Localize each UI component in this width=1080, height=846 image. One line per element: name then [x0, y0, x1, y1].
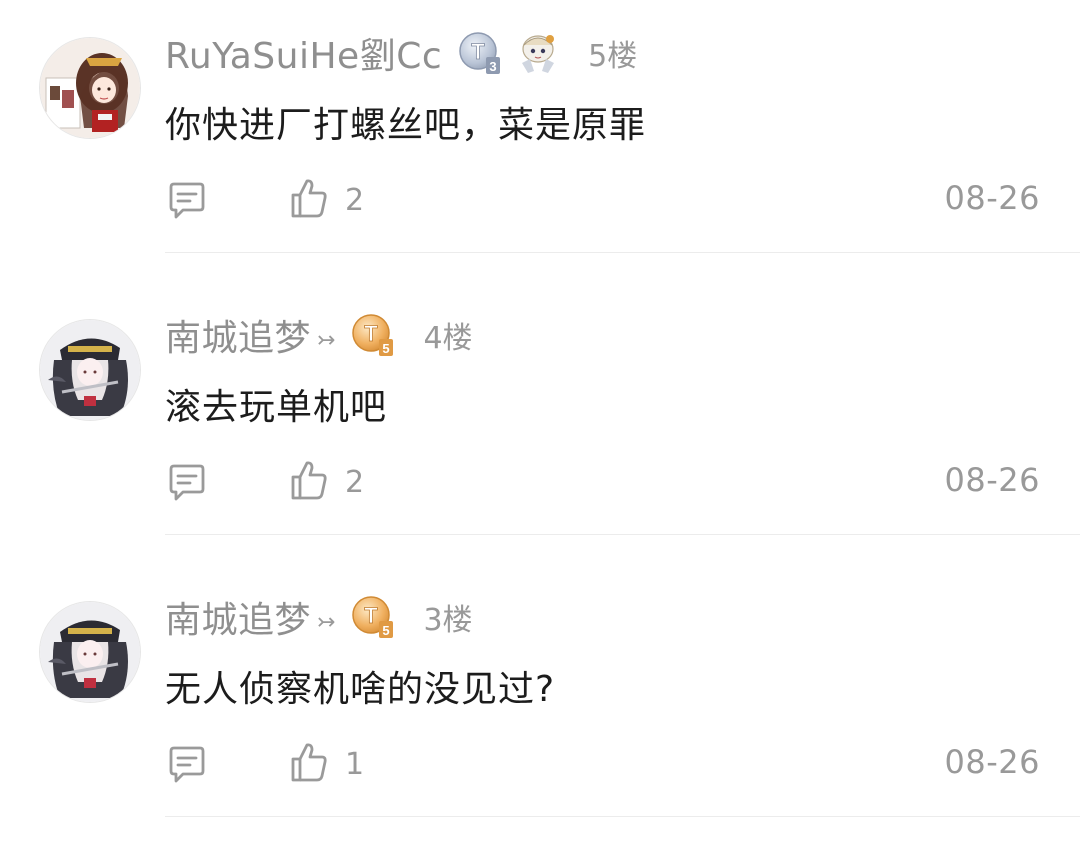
thumbs-up-icon: [289, 459, 329, 505]
comment-header: 南城追梦 ↣ T 5 3楼: [165, 592, 473, 642]
svg-text:T: T: [471, 39, 485, 64]
comment-actions: 1 08-26: [165, 741, 1040, 787]
comment-text: 无人侦察机啥的没见过?: [165, 669, 556, 710]
svg-text:5: 5: [383, 623, 390, 638]
svg-text:5: 5: [383, 341, 390, 356]
like-button[interactable]: 2: [289, 459, 364, 505]
reply-icon[interactable]: [165, 461, 209, 505]
comment-item: 南城追梦 ↣ T 5 4楼 滚去玩单机吧 2 08-26: [0, 282, 1080, 564]
comment-header: 南城追梦 ↣ T 5 4楼: [165, 310, 473, 360]
level-badge-icon: T 5: [349, 593, 397, 641]
username[interactable]: 南城追梦: [165, 309, 311, 361]
level-badge-icon: T 3: [456, 29, 504, 77]
divider: [165, 252, 1080, 253]
comment-item: 南城追梦 ↣ T 5 3楼 无人侦察机啥的没见过? 1 08-26: [0, 564, 1080, 846]
like-button[interactable]: 1: [289, 741, 364, 787]
comment-actions: 2 08-26: [165, 459, 1040, 505]
avatar[interactable]: [40, 602, 140, 702]
divider: [165, 816, 1080, 817]
divider: [165, 534, 1080, 535]
like-count: 2: [345, 182, 365, 218]
reply-icon[interactable]: [165, 179, 209, 223]
reply-icon[interactable]: [165, 743, 209, 787]
comment-header: RuYaSuiHe劉Cc T 3 5楼: [165, 28, 637, 78]
like-button[interactable]: 2: [289, 177, 364, 223]
comment-date: 08-26: [944, 179, 1040, 217]
like-count: 1: [345, 746, 365, 782]
comment-item: RuYaSuiHe劉Cc T 3 5楼 你快进厂打螺丝吧，菜是原罪 2 08-2…: [0, 0, 1080, 282]
avatar[interactable]: [40, 38, 140, 138]
comment-date: 08-26: [944, 743, 1040, 781]
avatar[interactable]: [40, 320, 140, 420]
arrow-icon: ↣: [317, 327, 336, 353]
floor-number: 5楼: [588, 39, 638, 74]
thumbs-up-icon: [289, 177, 329, 223]
thumbs-up-icon: [289, 741, 329, 787]
comment-date: 08-26: [944, 461, 1040, 499]
level-badge-icon: T 5: [349, 311, 397, 359]
comment-text: 滚去玩单机吧: [165, 387, 388, 428]
floor-number: 3楼: [423, 603, 473, 638]
comment-actions: 2 08-26: [165, 177, 1040, 223]
arrow-icon: ↣: [317, 609, 336, 635]
character-badge-icon: [514, 29, 562, 77]
like-count: 2: [345, 464, 365, 500]
svg-text:3: 3: [490, 59, 497, 74]
floor-number: 4楼: [423, 321, 473, 356]
comment-text: 你快进厂打螺丝吧，菜是原罪: [165, 105, 647, 146]
svg-text:T: T: [365, 321, 379, 346]
username[interactable]: 南城追梦: [165, 591, 311, 643]
username[interactable]: RuYaSuiHe劉Cc: [165, 27, 442, 79]
svg-text:T: T: [365, 603, 379, 628]
